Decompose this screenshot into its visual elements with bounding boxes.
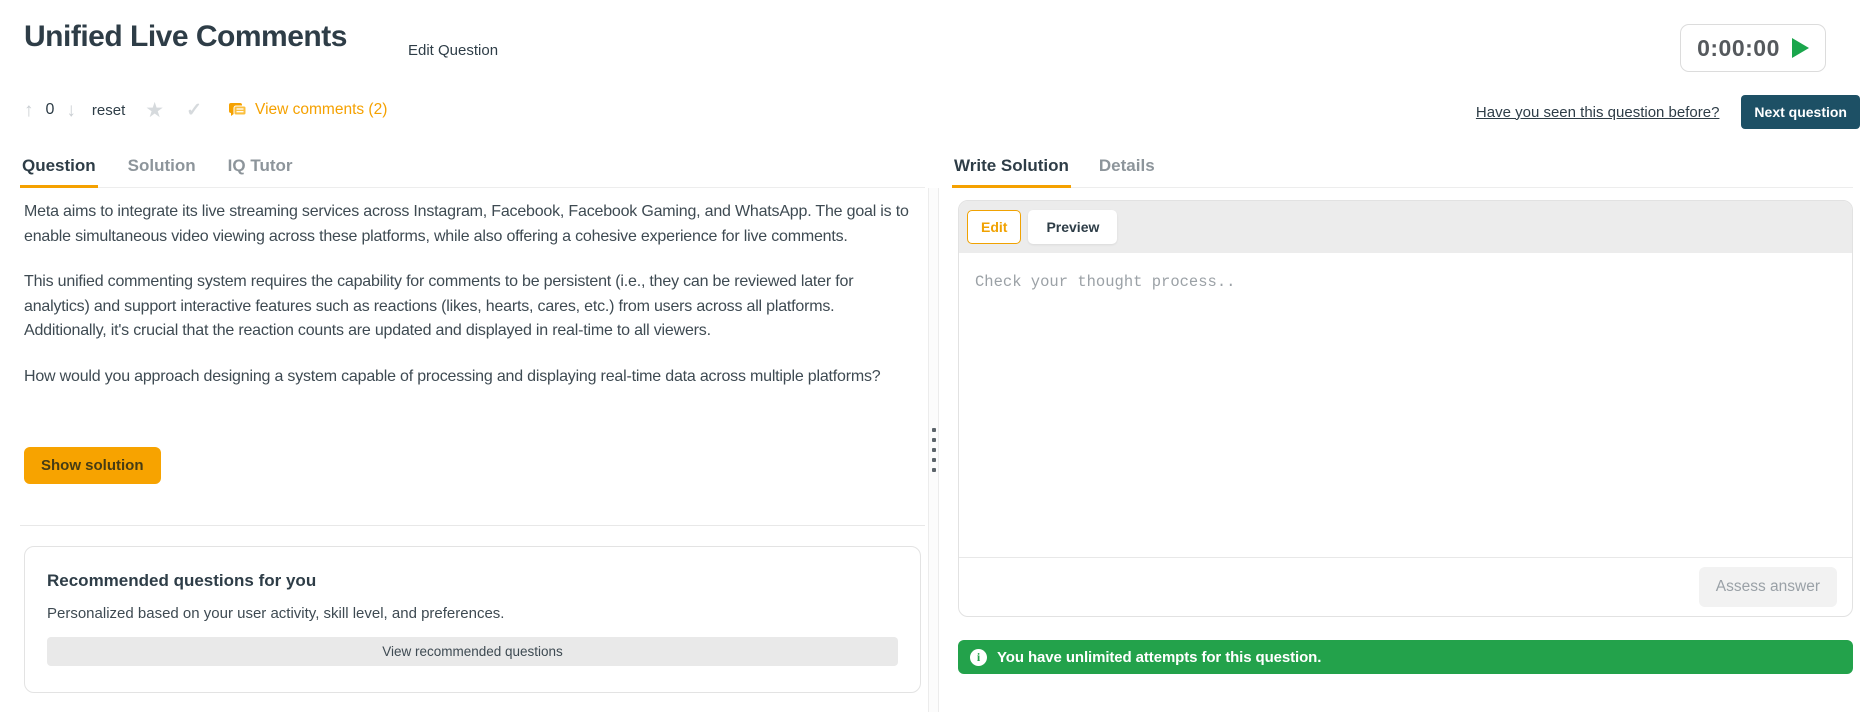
arrow-down-icon[interactable]: ↓ (66, 101, 76, 120)
drag-dots-icon (932, 458, 936, 462)
question-body: Meta aims to integrate its live streamin… (24, 200, 917, 410)
right-tab-bar: Write Solution Details (952, 156, 1853, 188)
panel-resize-handle[interactable] (928, 188, 939, 712)
editor-area (959, 253, 1852, 557)
recommended-questions-card: Recommended questions for you Personaliz… (24, 546, 921, 693)
header-right-actions: Have you seen this question before? Next… (1476, 95, 1860, 129)
show-solution-button[interactable]: Show solution (24, 447, 161, 484)
play-icon[interactable] (1792, 38, 1809, 58)
tab-question[interactable]: Question (20, 156, 98, 188)
editor-preview-tab[interactable]: Preview (1028, 210, 1117, 244)
editor-footer: Assess answer (959, 557, 1852, 616)
drag-dots-icon (932, 438, 936, 442)
assess-answer-button[interactable]: Assess answer (1699, 567, 1837, 607)
drag-dots-icon (932, 468, 936, 472)
solution-textarea[interactable] (959, 253, 1852, 557)
reset-link[interactable]: reset (92, 102, 125, 119)
arrow-up-icon[interactable]: ↑ (24, 101, 34, 120)
chat-bubbles-icon (228, 102, 247, 119)
divider (20, 525, 925, 526)
vote-count: 0 (46, 101, 55, 119)
tab-details[interactable]: Details (1097, 156, 1157, 188)
question-paragraph: How would you approach designing a syste… (24, 365, 917, 390)
star-icon[interactable]: ★ (145, 100, 164, 121)
view-recommended-button[interactable]: View recommended questions (47, 637, 898, 666)
vote-bar: ↑ 0 ↓ reset ★ ✓ View comments (2) (24, 97, 387, 123)
question-paragraph: Meta aims to integrate its live streamin… (24, 200, 917, 249)
left-tab-bar: Question Solution IQ Tutor (20, 156, 925, 188)
question-paragraph: This unified commenting system requires … (24, 270, 917, 344)
checkmark-icon[interactable]: ✓ (186, 101, 202, 120)
drag-dots-icon (932, 448, 936, 452)
editor-toolbar: Edit Preview (959, 201, 1852, 253)
tab-solution[interactable]: Solution (126, 156, 198, 188)
edit-question-link[interactable]: Edit Question (408, 42, 498, 59)
editor-edit-tab[interactable]: Edit (967, 210, 1021, 244)
tab-write-solution[interactable]: Write Solution (952, 156, 1071, 188)
timer-value: 0:00:00 (1697, 35, 1780, 62)
recommended-subtitle: Personalized based on your user activity… (47, 605, 898, 622)
seen-before-link[interactable]: Have you seen this question before? (1476, 104, 1720, 121)
recommended-title: Recommended questions for you (47, 571, 898, 591)
solution-editor: Edit Preview Assess answer (958, 200, 1853, 617)
tab-iq-tutor[interactable]: IQ Tutor (226, 156, 295, 188)
timer-widget: 0:00:00 (1680, 24, 1826, 72)
page-title: Unified Live Comments (24, 20, 347, 54)
drag-dots-icon (932, 428, 936, 432)
attempts-notice-banner: i You have unlimited attempts for this q… (958, 640, 1853, 674)
next-question-button[interactable]: Next question (1741, 95, 1860, 129)
view-comments-label: View comments (2) (255, 101, 387, 119)
attempts-notice-text: You have unlimited attempts for this que… (997, 649, 1321, 666)
question-page: Unified Live Comments Edit Question 0:00… (0, 0, 1864, 712)
view-comments-link[interactable]: View comments (2) (228, 101, 387, 119)
info-icon: i (970, 649, 987, 666)
